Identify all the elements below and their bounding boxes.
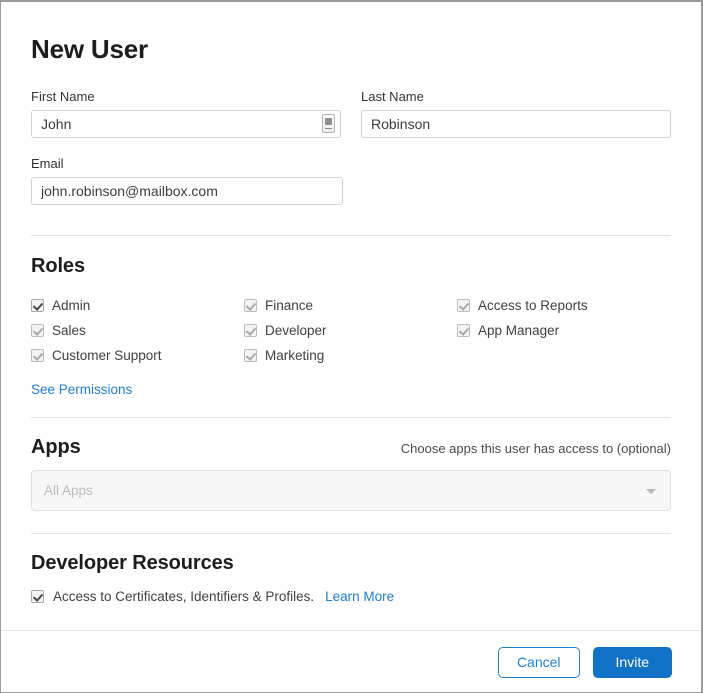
last-name-field-group: Last Name (361, 89, 671, 138)
page-title: New User (31, 2, 671, 64)
roles-heading: Roles (31, 255, 671, 277)
spacer-before-devres (31, 511, 671, 533)
role-checkbox[interactable] (31, 324, 44, 337)
role-label: Customer Support (52, 348, 162, 363)
last-name-label: Last Name (361, 89, 671, 104)
first-name-label: First Name (31, 89, 341, 104)
role-checkbox[interactable] (31, 349, 44, 362)
role-row: Access to Reports (457, 293, 671, 318)
apps-heading: Apps (31, 436, 81, 458)
role-label: Access to Reports (478, 298, 588, 313)
role-checkbox[interactable] (244, 299, 257, 312)
dialog-footer: Cancel Invite (1, 631, 701, 693)
certificates-access-checkbox[interactable] (31, 590, 44, 603)
contact-card-icon[interactable] (322, 114, 335, 133)
role-label: Sales (52, 323, 86, 338)
role-label: Marketing (265, 348, 324, 363)
apps-header: Apps Choose apps this user has access to… (31, 436, 671, 458)
dialog-content: New User First Name Last Name Email (1, 2, 701, 604)
role-label: Admin (52, 298, 90, 313)
email-field-group: Email (31, 156, 343, 205)
name-row: First Name Last Name (31, 89, 671, 138)
last-name-input[interactable] (361, 110, 671, 138)
apps-hint: Choose apps this user has access to (opt… (401, 441, 671, 456)
first-name-input-wrap (31, 110, 341, 138)
email-input[interactable] (31, 177, 343, 205)
role-row: Marketing (244, 343, 457, 368)
role-checkbox[interactable] (457, 299, 470, 312)
role-row: App Manager (457, 318, 671, 343)
role-checkbox[interactable] (457, 324, 470, 337)
first-name-field-group: First Name (31, 89, 341, 138)
divider-apps (31, 417, 671, 418)
last-name-input-wrap (361, 110, 671, 138)
divider-developer-resources (31, 533, 671, 534)
developer-resources-heading: Developer Resources (31, 552, 671, 574)
role-label: Developer (265, 323, 327, 338)
role-checkbox[interactable] (244, 324, 257, 337)
role-checkbox[interactable] (31, 299, 44, 312)
role-row: Developer (244, 318, 457, 343)
roles-column-2: Finance Developer Marketing (244, 293, 457, 368)
apps-select-value: All Apps (44, 483, 93, 498)
developer-resources-header: Developer Resources (31, 552, 671, 574)
certificates-access-label: Access to Certificates, Identifiers & Pr… (53, 589, 314, 604)
role-row: Admin (31, 293, 244, 318)
role-label: App Manager (478, 323, 559, 338)
role-label: Finance (265, 298, 313, 313)
apps-select[interactable]: All Apps (31, 470, 671, 511)
roles-column-1: Admin Sales Customer Support (31, 293, 244, 368)
new-user-dialog: New User First Name Last Name Email (0, 0, 703, 693)
spacer-after-divider-roles (31, 236, 671, 255)
email-input-wrap (31, 177, 343, 205)
role-checkbox[interactable] (244, 349, 257, 362)
spacer-before-roles (31, 205, 671, 235)
role-row: Customer Support (31, 343, 244, 368)
roles-column-3: Access to Reports App Manager (457, 293, 671, 368)
invite-button[interactable]: Invite (593, 647, 672, 678)
first-name-input[interactable] (31, 110, 341, 138)
role-row: Sales (31, 318, 244, 343)
email-label: Email (31, 156, 343, 171)
role-row: Finance (244, 293, 457, 318)
chevron-down-icon (646, 489, 656, 494)
cancel-button[interactable]: Cancel (498, 647, 580, 678)
see-permissions-link[interactable]: See Permissions (31, 382, 132, 397)
spacer-before-apps (31, 399, 671, 417)
learn-more-link[interactable]: Learn More (325, 589, 394, 604)
developer-resources-row: Access to Certificates, Identifiers & Pr… (31, 589, 671, 604)
roles-grid: Admin Sales Customer Support Finance Develo… (31, 293, 671, 368)
